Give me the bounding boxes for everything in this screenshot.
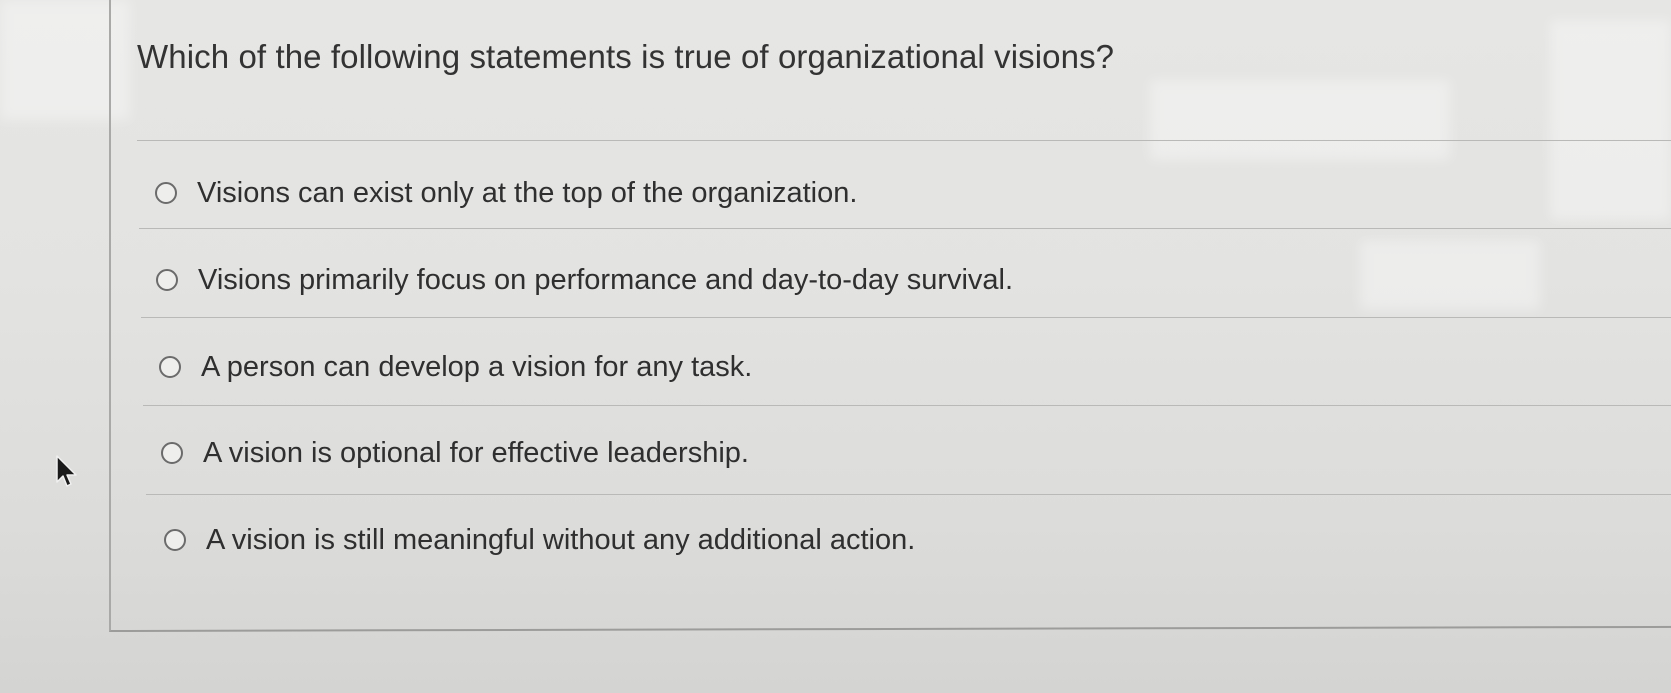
radio-button[interactable] <box>159 356 181 378</box>
answer-option-4[interactable]: A vision is optional for effective leade… <box>161 428 749 478</box>
option-label: A person can develop a vision for any ta… <box>201 350 753 383</box>
mouse-pointer-icon <box>56 455 77 487</box>
answer-option-5[interactable]: A vision is still meaningful without any… <box>164 515 915 565</box>
divider <box>137 140 1671 141</box>
answer-option-1[interactable]: Visions can exist only at the top of the… <box>155 168 857 218</box>
radio-button[interactable] <box>156 269 178 291</box>
divider <box>146 494 1671 495</box>
divider <box>143 405 1671 406</box>
radio-button[interactable] <box>164 529 186 551</box>
divider <box>141 317 1671 318</box>
radio-button[interactable] <box>155 182 177 204</box>
radio-button[interactable] <box>161 442 183 464</box>
answer-option-3[interactable]: A person can develop a vision for any ta… <box>159 342 752 392</box>
question-text: Which of the following statements is tru… <box>137 38 1115 75</box>
answer-option-2[interactable]: Visions primarily focus on performance a… <box>156 255 1013 305</box>
option-label: A vision is optional for effective leade… <box>203 436 749 469</box>
divider <box>139 228 1671 229</box>
option-label: Visions primarily focus on performance a… <box>198 263 1014 296</box>
option-label: A vision is still meaningful without any… <box>206 523 916 556</box>
option-label: Visions can exist only at the top of the… <box>197 176 858 209</box>
